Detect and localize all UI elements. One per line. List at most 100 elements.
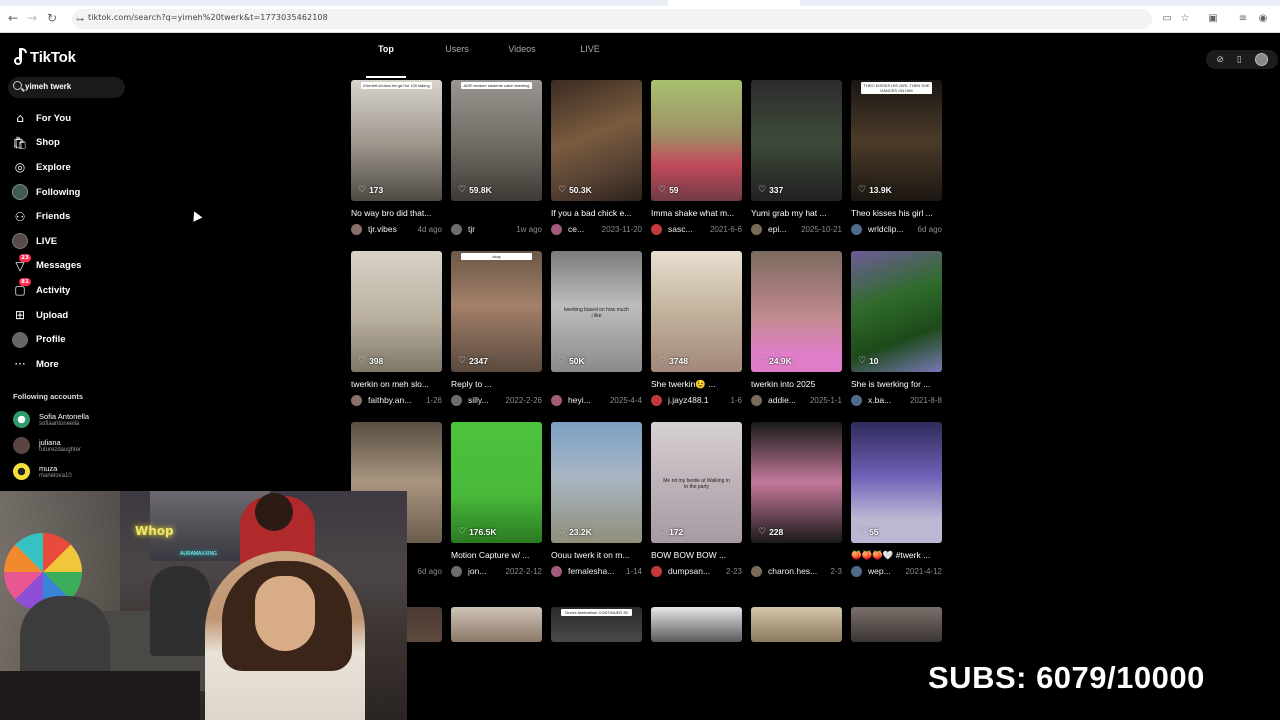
avatar[interactable] [651, 565, 662, 577]
reload-icon[interactable]: ↻ [45, 11, 59, 25]
sidebar-item-shop[interactable]: 🛍 Shop [12, 131, 132, 156]
video-card[interactable] [451, 607, 542, 642]
avatar[interactable] [351, 394, 362, 406]
avatar[interactable] [751, 394, 762, 406]
video-thumbnail[interactable] [851, 607, 942, 642]
profile-icon[interactable]: ◉ [1257, 13, 1269, 25]
video-description[interactable]: Motion Capture w/ ... [451, 550, 542, 561]
avatar[interactable] [851, 223, 862, 235]
video-thumbnail[interactable]: ♡ 3748 [651, 251, 742, 372]
video-card[interactable]: ♡ 24.9K twerkin into 2025 addie... 2025-1-1 [751, 251, 842, 406]
video-author[interactable]: jon... [468, 566, 503, 576]
video-card[interactable]: THEO KISSES HIS GIRL THEN SHE DANCES ON … [851, 80, 942, 235]
video-author[interactable]: tjr.vibes [368, 224, 415, 234]
tab-videos[interactable]: Videos [494, 44, 550, 70]
video-description[interactable] [451, 208, 542, 219]
video-thumbnail[interactable]: ADR random students catch twerking ♡ 59.8K [451, 80, 542, 201]
following-account[interactable]: juliana futurezdaughter [13, 437, 81, 454]
video-thumbnail[interactable]: ♡ 24.9K [751, 251, 842, 372]
video-thumbnail[interactable]: Me nd my bestie at Walking in to the par… [651, 422, 742, 543]
tab-users[interactable]: Users [412, 44, 494, 70]
user-avatar[interactable] [1254, 53, 1268, 66]
video-author[interactable]: j.jayz488.1 [668, 395, 727, 405]
video-card[interactable]: ♡ 176.5K Motion Capture w/ ... jon... 2022-2… [451, 422, 542, 577]
video-description[interactable]: She is twerking for ... [851, 379, 942, 390]
video-description[interactable]: Theo kisses his girl ... [851, 208, 942, 219]
video-author[interactable]: sasc... [668, 224, 707, 234]
video-author[interactable]: faithby.an... [368, 395, 423, 405]
forward-icon[interactable]: → [25, 11, 39, 25]
video-thumbnail[interactable]: Emmett chokes his girl for 100 talking ♡ 1… [351, 80, 442, 201]
video-description[interactable]: Oouu twerk it on m... [551, 550, 642, 561]
video-description[interactable]: Imma shake what m... [651, 208, 742, 219]
video-card[interactable]: Drea's twerkathon CONTINUED 39 [551, 607, 642, 642]
video-thumbnail[interactable]: ♡ 10 [851, 251, 942, 372]
video-card[interactable]: ♡ 10 She is twerking for ... x.ba... 2021-8-… [851, 251, 942, 406]
avatar[interactable] [751, 565, 762, 577]
video-description[interactable]: She twerkin😉 ... [651, 379, 742, 390]
tiktok-logo[interactable]: TikTok [13, 47, 76, 67]
sidebar-item-following[interactable]: Following [12, 180, 132, 205]
sidebar-item-for-you[interactable]: ⌂ For You [12, 106, 132, 131]
video-description[interactable]: twerkin on meh slo... [351, 379, 442, 390]
video-author[interactable]: wep... [868, 566, 903, 576]
video-author[interactable]: epi... [768, 224, 798, 234]
video-card[interactable]: ♡ 337 Yumi grab my hat ... epi... 2025-10-21 [751, 80, 842, 235]
video-card[interactable]: ♡ 59 Imma shake what m... sasc... 2021-6-6 [651, 80, 742, 235]
video-author[interactable]: addie... [768, 395, 807, 405]
video-card[interactable] [651, 607, 742, 642]
sidebar-item-activity[interactable]: ▢ 81 Activity [12, 278, 132, 303]
video-thumbnail[interactable]: okay ♡ 2347 [451, 251, 542, 372]
video-card[interactable]: twerking based on how much i like ♡ 50K hey… [551, 251, 642, 406]
sidebar-item-more[interactable]: ··· More [12, 352, 132, 377]
avatar[interactable] [851, 565, 862, 577]
video-description[interactable]: Yumi grab my hat ... [751, 208, 842, 219]
video-thumbnail[interactable] [751, 607, 842, 642]
sidebar-item-messages[interactable]: ▽ 23 Messages [12, 253, 132, 279]
video-description[interactable]: twerkin into 2025 [751, 379, 842, 390]
video-description[interactable] [751, 550, 842, 561]
back-icon[interactable]: ← [6, 11, 20, 25]
video-card[interactable] [851, 607, 942, 642]
device-icon[interactable]: ▯ [1237, 55, 1242, 65]
video-description[interactable]: BOW BOW BOW ... [651, 550, 742, 561]
video-thumbnail[interactable] [451, 607, 542, 642]
video-author[interactable]: charon.hes... [768, 566, 827, 576]
video-card[interactable]: ♡ 3748 She twerkin😉 ... j.jayz488.1 1-6 [651, 251, 742, 406]
video-thumbnail[interactable]: twerking based on how much i like ♡ 50K [551, 251, 642, 372]
video-card[interactable] [751, 607, 842, 642]
video-author[interactable]: x.ba... [868, 395, 907, 405]
search-value[interactable]: yimeh twerk [25, 82, 71, 91]
video-card[interactable]: Emmett chokes his girl for 100 talking ♡ 1… [351, 80, 442, 235]
avatar[interactable] [451, 565, 462, 577]
video-card[interactable]: Me nd my bestie at Walking in to the par… [651, 422, 742, 577]
sidebar-item-live[interactable]: LIVE [12, 229, 132, 254]
video-author[interactable]: heyi... [568, 395, 607, 405]
following-account[interactable]: muza manelova10 [13, 463, 72, 480]
video-thumbnail[interactable]: ♡ 50.3K [551, 80, 642, 201]
video-thumbnail[interactable]: ♡ 398 [351, 251, 442, 372]
avatar[interactable] [651, 394, 662, 406]
video-description[interactable]: Reply to ... [451, 379, 542, 390]
video-thumbnail[interactable]: ♡ 337 [751, 80, 842, 201]
video-thumbnail[interactable] [651, 607, 742, 642]
site-info-icon[interactable]: ⊶ [74, 14, 86, 26]
bookmark-star-icon[interactable]: ☆ [1179, 13, 1191, 25]
video-author[interactable]: ce... [568, 224, 599, 234]
video-card[interactable]: ♡ 55 🍑🍑🍑🤍 #twerk ... wep... 2021-4-12 [851, 422, 942, 577]
video-thumbnail[interactable]: THEO KISSES HIS GIRL THEN SHE DANCES ON … [851, 80, 942, 201]
avatar[interactable] [851, 394, 862, 406]
avatar[interactable] [451, 223, 462, 235]
video-author[interactable]: silly... [468, 395, 503, 405]
avatar[interactable] [451, 394, 462, 406]
video-description[interactable]: 🍑🍑🍑🤍 #twerk ... [851, 550, 942, 561]
video-author[interactable]: tjr [468, 224, 513, 234]
video-description[interactable] [551, 379, 642, 390]
video-description[interactable]: No way bro did that... [351, 208, 442, 219]
avatar[interactable] [551, 394, 562, 406]
sidebar-item-profile[interactable]: Profile [12, 327, 132, 352]
following-account[interactable]: Sofia Antonella sofiaantoneella [13, 411, 89, 428]
sidebar-item-explore[interactable]: ◎ Explore [12, 155, 132, 180]
search-input[interactable]: yimeh twerk [8, 77, 125, 98]
video-card[interactable]: ♡ 23.2K Oouu twerk it on m... femalesha... 1… [551, 422, 642, 577]
